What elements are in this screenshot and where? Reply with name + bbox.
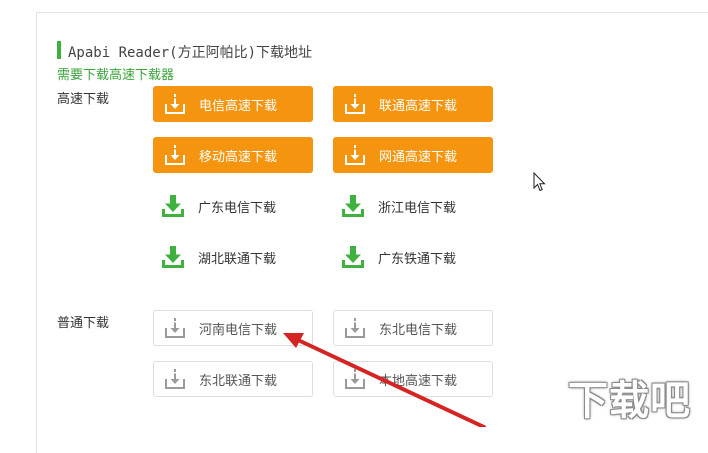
title-accent-bar bbox=[57, 41, 61, 59]
download-box-icon bbox=[165, 318, 185, 338]
download-arrow-icon bbox=[162, 195, 184, 217]
zj-telecom-download-link[interactable]: 浙江电信下载 bbox=[333, 188, 493, 224]
link-label: 浙江电信下载 bbox=[378, 200, 457, 216]
download-box-icon bbox=[345, 94, 365, 114]
button-label: 移动高速下载 bbox=[199, 149, 278, 165]
watermark-text: 下载吧 bbox=[568, 377, 691, 424]
unicom-high-speed-button[interactable]: 联通高速下载 bbox=[333, 86, 493, 122]
gd-telecom-download-link[interactable]: 广东电信下载 bbox=[153, 188, 313, 224]
hb-unicom-download-link[interactable]: 湖北联通下载 bbox=[153, 239, 313, 275]
button-label: 东北电信下载 bbox=[379, 322, 458, 338]
section-label-high-speed: 高速下载 bbox=[57, 92, 110, 107]
download-box-icon bbox=[165, 94, 185, 114]
hn-telecom-download-button[interactable]: 河南电信下载 bbox=[153, 310, 313, 346]
download-arrow-icon bbox=[162, 246, 184, 268]
ne-telecom-download-button[interactable]: 东北电信下载 bbox=[333, 310, 493, 346]
watermark: 下载吧 bbox=[568, 368, 691, 426]
link-label: 广东铁通下载 bbox=[378, 251, 457, 267]
mouse-cursor-icon bbox=[533, 172, 546, 192]
link-label: 广东电信下载 bbox=[198, 200, 277, 216]
button-label: 电信高速下载 bbox=[199, 98, 278, 114]
button-label: 网通高速下载 bbox=[379, 149, 458, 165]
button-label: 联通高速下载 bbox=[379, 98, 458, 114]
netcom-high-speed-button[interactable]: 网通高速下载 bbox=[333, 137, 493, 173]
ne-unicom-download-button[interactable]: 东北联通下载 bbox=[153, 361, 313, 397]
downloader-link[interactable]: 需要下载高速下载器 bbox=[57, 64, 174, 83]
button-label: 河南电信下载 bbox=[199, 322, 278, 338]
download-box-icon bbox=[165, 145, 185, 165]
button-label: 东北联通下载 bbox=[199, 373, 278, 389]
download-box-icon bbox=[345, 145, 365, 165]
download-box-icon bbox=[345, 369, 365, 389]
mobile-high-speed-button[interactable]: 移动高速下载 bbox=[153, 137, 313, 173]
download-arrow-icon bbox=[342, 195, 364, 217]
download-box-icon bbox=[345, 318, 365, 338]
page-title: Apabi Reader(方正阿帕比)下载地址 bbox=[68, 45, 313, 61]
button-label: 本地高速下载 bbox=[379, 373, 458, 389]
link-label: 湖北联通下载 bbox=[198, 251, 277, 267]
download-box-icon bbox=[165, 369, 185, 389]
download-arrow-icon bbox=[342, 246, 364, 268]
section-label-normal: 普通下载 bbox=[57, 316, 110, 331]
gd-railcom-download-link[interactable]: 广东铁通下载 bbox=[333, 239, 493, 275]
local-high-speed-download-button[interactable]: 本地高速下载 bbox=[333, 361, 493, 397]
telecom-high-speed-button[interactable]: 电信高速下载 bbox=[153, 86, 313, 122]
